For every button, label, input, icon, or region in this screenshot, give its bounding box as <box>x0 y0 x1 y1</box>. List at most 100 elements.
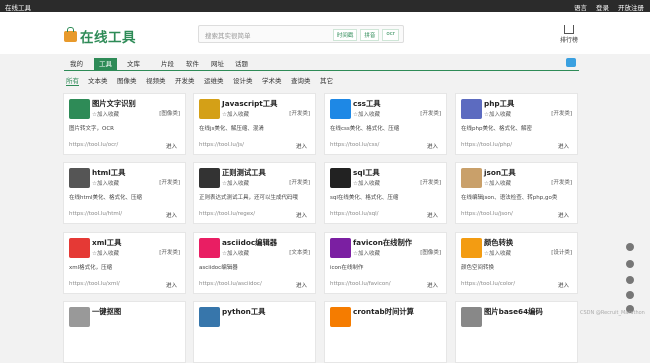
enter-link[interactable]: 进入 <box>427 211 438 219</box>
add-favorite[interactable]: ☆加入收藏 <box>484 179 511 187</box>
message-icon[interactable] <box>566 58 576 67</box>
tool-card[interactable]: php工具 ☆加入收藏 [开发类] 在线php美化、格式化、解密 https:/… <box>455 93 578 155</box>
logo-text: 在线工具 <box>80 30 136 46</box>
tool-card[interactable]: json工具 ☆加入收藏 [开发类] 在线编辑json、语法检查、转php,go… <box>455 162 578 224</box>
tool-card[interactable]: css工具 ☆加入收藏 [开发类] 在线css美化、格式化、压缩 https:/… <box>324 93 447 155</box>
add-favorite[interactable]: ☆加入收藏 <box>92 249 119 257</box>
category-query[interactable]: 查询类 <box>291 75 311 85</box>
tool-title[interactable]: 图片文字识别 <box>92 99 136 109</box>
add-favorite[interactable]: ☆加入收藏 <box>353 249 380 257</box>
tool-title[interactable]: asciidoc编辑器 <box>222 238 277 248</box>
login-link[interactable]: 登录 <box>596 2 609 12</box>
tool-title[interactable]: 图片base64编码 <box>484 307 543 317</box>
tool-card[interactable]: 图片文字识别 ☆加入收藏 [图像类] 图片转文字，OCR https://too… <box>63 93 186 155</box>
tab-tools[interactable]: 工具 <box>94 58 117 70</box>
tool-card[interactable]: sql工具 ☆加入收藏 [开发类] sql在线美化、格式化、压缩 https:/… <box>324 162 447 224</box>
tool-card[interactable]: 正则测试工具 ☆加入收藏 [开发类] 正则表达式测试工具，还可以生成代码哦 ht… <box>193 162 316 224</box>
tool-card[interactable]: favicon在线制作 ☆加入收藏 [图像类] icon在线制作 https:/… <box>324 232 447 294</box>
category-badge: [开发类] <box>420 111 441 117</box>
tool-card[interactable]: Javascript工具 ☆加入收藏 [开发类] 在线js美化、解压缩、混淆 h… <box>193 93 316 155</box>
tool-title[interactable]: crontab时间计算 <box>353 307 414 317</box>
weibo-icon[interactable] <box>626 276 634 284</box>
category-text[interactable]: 文本类 <box>88 75 108 85</box>
enter-link[interactable]: 进入 <box>558 142 569 150</box>
tool-title[interactable]: favicon在线制作 <box>353 238 412 248</box>
tool-title[interactable]: xml工具 <box>92 238 121 248</box>
enter-link[interactable]: 进入 <box>166 281 177 289</box>
top-brand[interactable]: 在线工具 <box>5 2 31 12</box>
search-tag-ocr[interactable]: ocr <box>382 29 399 41</box>
tool-card[interactable]: xml工具 ☆加入收藏 [开发类] xml格式化，压缩 https://tool… <box>63 232 186 294</box>
search-tag-timestamp[interactable]: 时间戳 <box>332 29 358 41</box>
add-favorite[interactable]: ☆加入收藏 <box>484 249 511 257</box>
tool-title[interactable]: css工具 <box>353 99 381 109</box>
tool-card[interactable]: 一键抠图 <box>63 301 186 363</box>
search-input[interactable]: 搜索其实很简单 时间戳 拼音 ocr <box>198 25 404 43</box>
enter-link[interactable]: 进入 <box>296 142 307 150</box>
search-tag-pinyin[interactable]: 拼音 <box>360 29 380 41</box>
enter-link[interactable]: 进入 <box>558 281 569 289</box>
enter-link[interactable]: 进入 <box>296 281 307 289</box>
tool-title[interactable]: python工具 <box>222 307 265 317</box>
enter-link[interactable]: 进入 <box>427 281 438 289</box>
enter-link[interactable]: 进入 <box>166 211 177 219</box>
tab-docs[interactable]: 文库 <box>127 58 140 70</box>
category-academic[interactable]: 学术类 <box>262 75 282 85</box>
tool-title[interactable]: html工具 <box>92 168 125 178</box>
tool-card[interactable]: asciidoc编辑器 ☆加入收藏 [文本类] asciidoc编辑器 http… <box>193 232 316 294</box>
category-design[interactable]: 设计类 <box>233 75 253 85</box>
bar-chart-icon <box>564 25 574 34</box>
category-all[interactable]: 所有 <box>66 75 79 86</box>
tool-description: 在线js美化、解压缩、混淆 <box>199 126 264 132</box>
site-logo[interactable]: 在线工具 <box>64 26 136 46</box>
tool-title[interactable]: Javascript工具 <box>222 99 277 109</box>
add-favorite[interactable]: ☆加入收藏 <box>92 110 119 118</box>
tool-url: https://tool.lu/favicon/ <box>330 281 391 287</box>
tab-snippets[interactable]: 片段 <box>161 58 174 70</box>
add-favorite[interactable]: ☆加入收藏 <box>222 179 249 187</box>
tab-mine[interactable]: 我的 <box>70 58 83 70</box>
category-video[interactable]: 视频类 <box>146 75 166 85</box>
category-badge: [开发类] <box>159 180 180 186</box>
rank-button[interactable]: 排行榜 <box>560 25 578 44</box>
tool-card[interactable]: html工具 ☆加入收藏 [开发类] 在线html美化、格式化、压缩 https… <box>63 162 186 224</box>
category-other[interactable]: 其它 <box>320 75 333 85</box>
tool-card[interactable]: 颜色转换 ☆加入收藏 [设计类] 颜色空间转换 https://tool.lu/… <box>455 232 578 294</box>
category-image[interactable]: 图像类 <box>117 75 137 85</box>
tab-software[interactable]: 软件 <box>186 58 199 70</box>
tool-card[interactable]: python工具 <box>193 301 316 363</box>
tool-title[interactable]: 正则测试工具 <box>222 168 266 178</box>
qq-icon[interactable] <box>626 243 634 251</box>
category-dev[interactable]: 开发类 <box>175 75 195 85</box>
category-badge: [开发类] <box>420 180 441 186</box>
feedback-icon[interactable] <box>626 291 634 299</box>
top-right-links: 语言 登录 开放注册 <box>574 2 644 12</box>
add-favorite[interactable]: ☆加入收藏 <box>353 179 380 187</box>
enter-link[interactable]: 进入 <box>296 211 307 219</box>
register-link[interactable]: 开放注册 <box>618 2 644 12</box>
php-file-icon <box>461 99 482 119</box>
tool-title[interactable]: sql工具 <box>353 168 380 178</box>
tab-topics[interactable]: 话题 <box>235 58 248 70</box>
add-favorite[interactable]: ☆加入收藏 <box>222 249 249 257</box>
tool-title[interactable]: php工具 <box>484 99 514 109</box>
category-ops[interactable]: 运维类 <box>204 75 224 85</box>
enter-link[interactable]: 进入 <box>427 142 438 150</box>
tool-card[interactable]: crontab时间计算 <box>324 301 447 363</box>
tool-title[interactable]: 颜色转换 <box>484 238 513 248</box>
enter-link[interactable]: 进入 <box>558 211 569 219</box>
tab-urls[interactable]: 网址 <box>211 58 224 70</box>
wechat-icon[interactable] <box>626 260 634 268</box>
add-favorite[interactable]: ☆加入收藏 <box>484 110 511 118</box>
tool-title[interactable]: json工具 <box>484 168 516 178</box>
tool-card[interactable]: 图片base64编码 <box>455 301 578 363</box>
add-favorite[interactable]: ☆加入收藏 <box>222 110 249 118</box>
tool-title[interactable]: 一键抠图 <box>92 307 121 317</box>
tool-url: https://tool.lu/ocr/ <box>69 142 119 148</box>
language-menu[interactable]: 语言 <box>574 2 587 12</box>
category-badge: [图像类] <box>420 250 441 256</box>
add-favorite[interactable]: ☆加入收藏 <box>353 110 380 118</box>
add-favorite[interactable]: ☆加入收藏 <box>92 179 119 187</box>
enter-link[interactable]: 进入 <box>166 142 177 150</box>
tool-description: icon在线制作 <box>330 265 364 271</box>
